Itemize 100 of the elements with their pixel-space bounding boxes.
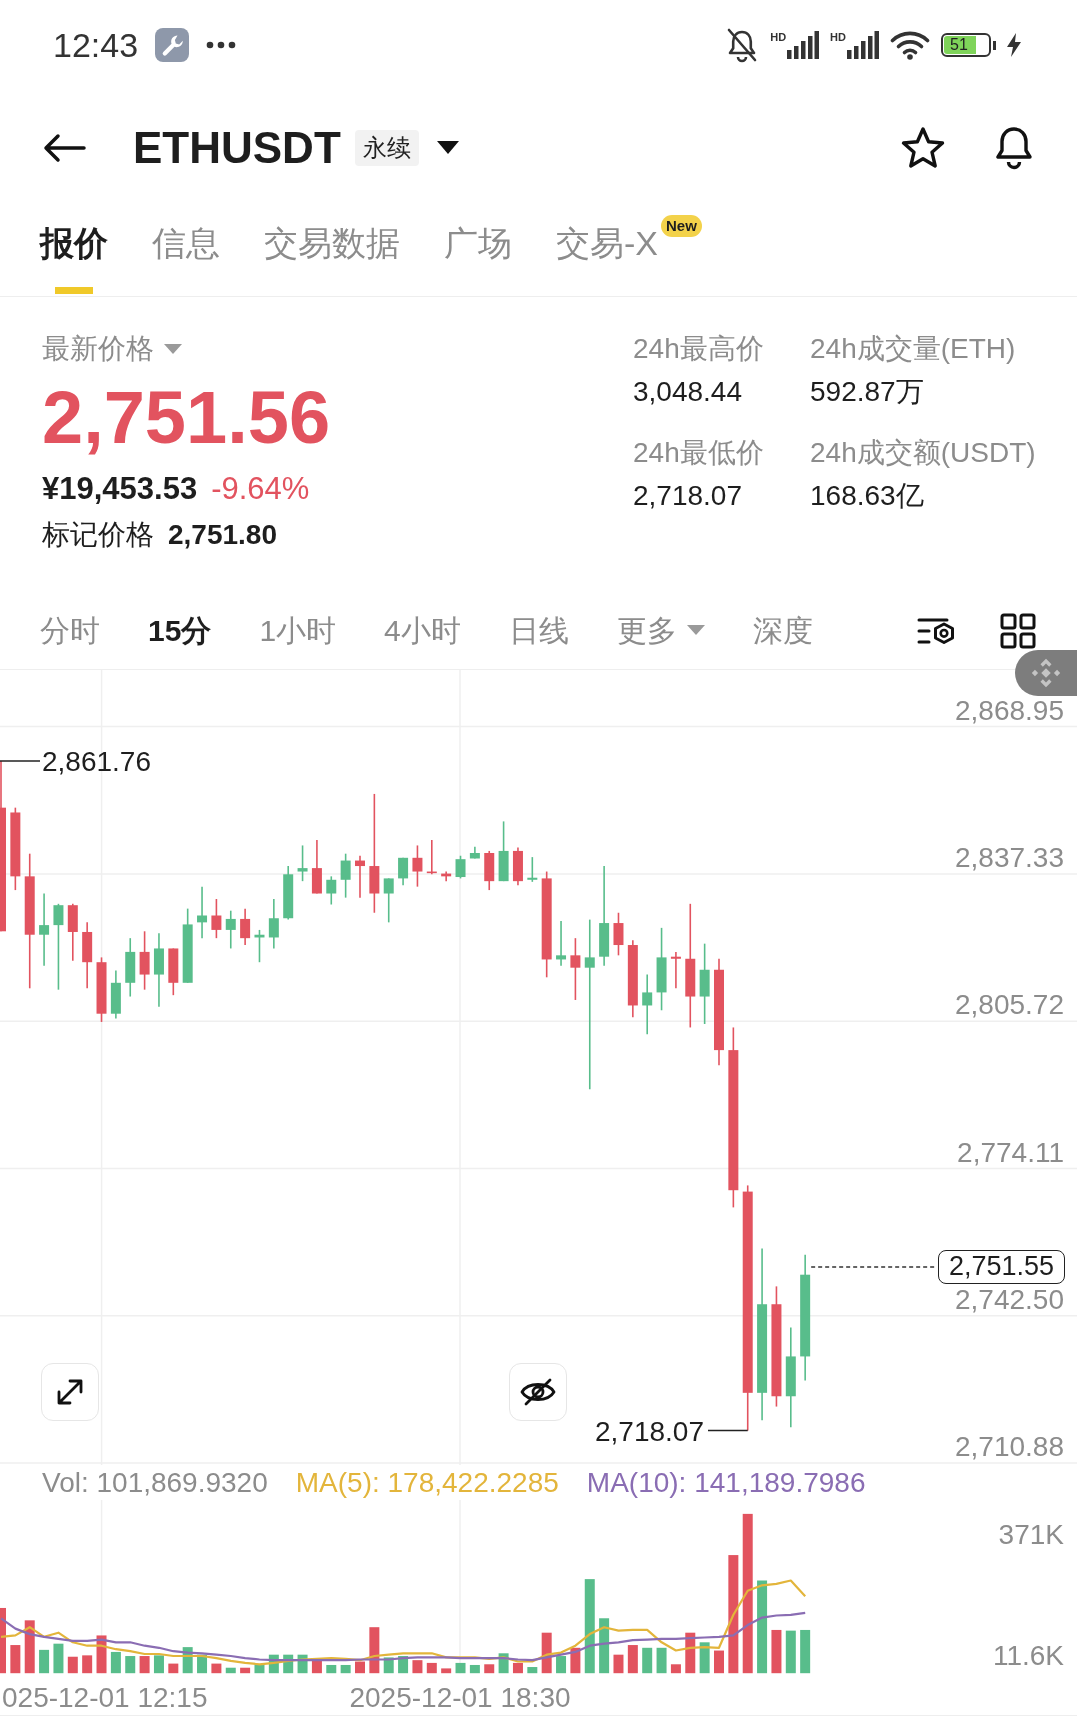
network-type-label: HD xyxy=(770,31,787,43)
candle xyxy=(556,920,567,967)
candle xyxy=(469,846,480,860)
signal-icon xyxy=(847,31,879,59)
volume-bar xyxy=(139,1656,150,1674)
volume-bar xyxy=(311,1659,322,1674)
new-badge: New xyxy=(661,215,702,237)
volume-bar xyxy=(197,1654,208,1674)
candle xyxy=(642,973,653,1036)
candle xyxy=(355,854,365,899)
mark-price-value: 2,751.80 xyxy=(168,518,277,552)
volume-bar xyxy=(67,1656,78,1674)
price-axis-label: 2,805.72 xyxy=(955,989,1064,1021)
volume-bar xyxy=(0,1607,6,1674)
candle xyxy=(613,911,624,957)
candle xyxy=(225,909,236,950)
symbol-title[interactable]: ETHUSDT xyxy=(133,123,341,173)
volume-bar xyxy=(398,1656,409,1674)
volume-bar xyxy=(82,1655,93,1674)
price-axis-label: 2,710.88 xyxy=(955,1431,1064,1463)
candle xyxy=(512,846,523,887)
volume-bar xyxy=(484,1664,495,1674)
candle xyxy=(125,937,136,998)
candle xyxy=(110,969,121,1020)
stat-label: 24h成交额(USDT) xyxy=(810,436,1036,470)
candle xyxy=(383,877,394,924)
tab[interactable]: 广场 xyxy=(444,206,512,296)
star-icon[interactable] xyxy=(900,126,946,170)
volume-bar xyxy=(441,1668,452,1674)
interval-tab[interactable]: 分时 xyxy=(40,612,100,649)
bolt-icon xyxy=(1007,33,1021,57)
stat-label: 24h最高价 xyxy=(633,332,765,366)
candle xyxy=(455,854,466,880)
stat-value: 3,048.44 xyxy=(633,375,743,409)
volume-bar xyxy=(512,1662,523,1674)
volume-bar xyxy=(254,1664,265,1674)
volume-bar xyxy=(527,1667,538,1674)
interval-tab[interactable]: 15分 xyxy=(148,612,212,649)
volume-bar xyxy=(283,1654,294,1674)
volume-bar xyxy=(369,1627,380,1674)
volume-bar xyxy=(383,1657,394,1674)
indicator-reading: MA(10): 141,189.7986 xyxy=(586,1465,866,1500)
mark-price-label: 标记价格 xyxy=(42,518,154,552)
floating-logo-button[interactable] xyxy=(1015,650,1077,696)
volume-bar xyxy=(182,1647,193,1674)
volume-bar xyxy=(268,1654,279,1674)
stat-label: 24h成交量(ETH) xyxy=(810,332,1017,366)
interval-tab[interactable]: 深度 xyxy=(752,612,813,649)
caret-down-icon xyxy=(164,343,182,355)
candle xyxy=(426,839,437,876)
expand-icon xyxy=(55,1377,85,1407)
tab[interactable]: 交易数据 xyxy=(264,206,400,296)
volume-bar xyxy=(570,1647,581,1674)
volume-bar xyxy=(469,1664,480,1674)
candle xyxy=(254,929,265,963)
volume-bar xyxy=(240,1667,251,1674)
candle xyxy=(268,898,279,950)
tab[interactable]: 信息 xyxy=(152,206,220,296)
candle xyxy=(340,852,351,899)
price-axis-label: 2,774.11 xyxy=(957,1136,1064,1168)
leader-line xyxy=(0,760,41,762)
expand-button[interactable] xyxy=(41,1363,99,1421)
volume-bar xyxy=(800,1629,811,1674)
volume-bar xyxy=(96,1635,107,1674)
time-axis-label: 2025-12-01 18:30 xyxy=(349,1682,571,1713)
tab[interactable]: 交易-X New xyxy=(556,206,702,296)
interval-tab[interactable]: 4小时 xyxy=(384,612,461,649)
hide-chart-button[interactable] xyxy=(509,1363,567,1421)
caret-down-icon[interactable] xyxy=(436,141,459,155)
interval-tab[interactable]: 日线 xyxy=(508,612,569,649)
last-price-tag: 2,751.55 xyxy=(938,1250,1066,1284)
interval-tab[interactable]: 更多 xyxy=(616,612,705,649)
volume-bar xyxy=(455,1662,466,1674)
candle xyxy=(240,907,251,946)
volume-bar xyxy=(613,1654,624,1674)
price-axis-label: 2,837.33 xyxy=(955,841,1064,873)
back-arrow-icon[interactable] xyxy=(42,133,86,163)
candle xyxy=(67,903,78,962)
volume-bar xyxy=(642,1647,653,1674)
volume-bar xyxy=(110,1651,121,1674)
price-type-dropdown[interactable]: 最新价格 xyxy=(42,331,182,367)
volume-bar xyxy=(225,1667,236,1674)
wifi-icon xyxy=(890,30,930,60)
volume-bar xyxy=(24,1620,35,1674)
candle xyxy=(398,857,409,887)
volume-bar xyxy=(627,1645,638,1674)
stat-value: 168.63亿 xyxy=(810,479,925,513)
stat-value: 2,718.07 xyxy=(633,479,743,513)
grid-icon[interactable] xyxy=(1000,612,1036,649)
candle xyxy=(96,956,107,1023)
candle xyxy=(311,839,322,895)
volume-bar xyxy=(785,1630,796,1674)
stat-label: 24h最低价 xyxy=(633,436,765,470)
candle xyxy=(139,930,150,991)
indicator-reading: Vol: 101,869.9320 xyxy=(42,1465,268,1500)
tab[interactable]: 报价 xyxy=(40,206,108,296)
more-icon xyxy=(206,41,237,49)
candle xyxy=(197,885,208,939)
interval-tab[interactable]: 1小时 xyxy=(259,612,337,649)
diamond-logo-icon xyxy=(1031,658,1061,688)
